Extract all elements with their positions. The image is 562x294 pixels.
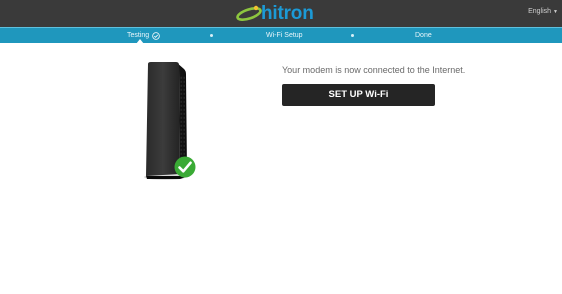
check-circle-icon bbox=[152, 31, 160, 40]
cable-modem-image bbox=[138, 56, 202, 184]
hitron-swoosh-logo-icon bbox=[236, 5, 262, 21]
hitron-logo: hitron bbox=[236, 3, 316, 24]
step-done-label: Done bbox=[415, 32, 432, 39]
step-separator bbox=[210, 34, 213, 37]
language-selector[interactable]: English ▼ bbox=[528, 8, 558, 15]
setup-steps-bar: Testing Wi-Fi Setup Done bbox=[0, 27, 562, 44]
top-bar: hitron English ▼ bbox=[0, 0, 562, 27]
step-wifi-setup: Wi-Fi Setup bbox=[266, 28, 303, 43]
green-check-icon bbox=[174, 156, 196, 178]
step-done: Done bbox=[415, 28, 432, 43]
language-label: English bbox=[528, 8, 552, 15]
connection-status-message: Your modem is now connected to the Inter… bbox=[282, 65, 466, 75]
step-wifi-setup-label: Wi-Fi Setup bbox=[266, 32, 303, 39]
step-separator bbox=[351, 34, 354, 37]
active-step-pointer bbox=[136, 39, 144, 44]
brand-name: hitron bbox=[261, 3, 314, 24]
set-up-wifi-button[interactable]: SET UP Wi-Fi bbox=[282, 84, 435, 106]
chevron-down-icon: ▼ bbox=[553, 8, 558, 15]
